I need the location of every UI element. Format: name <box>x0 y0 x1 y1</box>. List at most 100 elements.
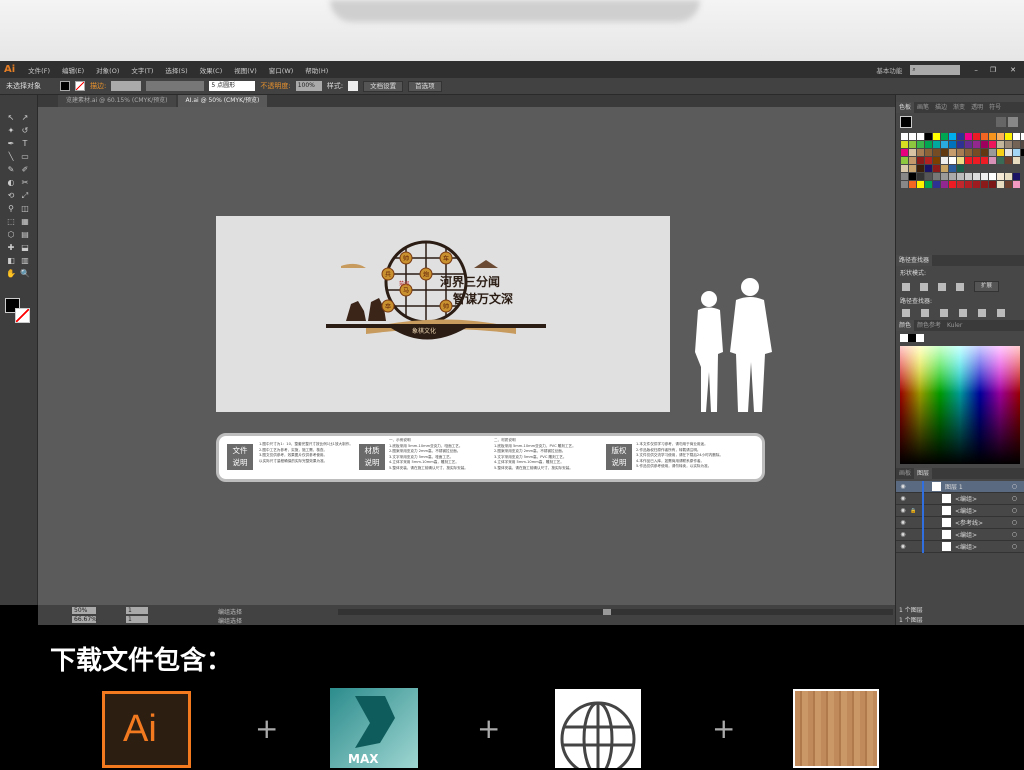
color-swatch[interactable] <box>981 157 988 164</box>
color-swatch[interactable] <box>901 141 908 148</box>
color-swatch[interactable] <box>957 173 964 180</box>
color-swatch[interactable] <box>941 165 948 172</box>
tool-icon[interactable]: ✂ <box>20 178 30 188</box>
menu-item[interactable]: 视图(V) <box>228 65 263 75</box>
variable-width-select[interactable] <box>146 81 205 91</box>
color-swatch[interactable] <box>989 133 996 140</box>
color-swatch[interactable] <box>957 165 964 172</box>
color-swatch[interactable] <box>965 141 972 148</box>
stroke-weight-input[interactable] <box>111 81 142 91</box>
color-swatch[interactable] <box>941 173 948 180</box>
color-swatch[interactable] <box>1005 157 1012 164</box>
color-swatch[interactable] <box>901 173 908 180</box>
layer-row[interactable]: ◉ 图层 1 ○ <box>896 480 1024 493</box>
tool-icon[interactable]: ▭ <box>20 152 30 162</box>
tab-swatch-panel[interactable]: 渐变 <box>950 102 968 113</box>
style-swatch[interactable] <box>348 81 359 91</box>
fill-swatch[interactable] <box>60 81 70 91</box>
color-swatch[interactable] <box>917 133 924 140</box>
pathfinder-icon[interactable] <box>940 309 948 317</box>
color-swatch[interactable] <box>925 157 932 164</box>
tab-document-1[interactable]: 览建素材.ai @ 60.15% (CMYK/预览) <box>58 95 176 107</box>
color-swatch[interactable] <box>909 133 916 140</box>
color-swatch[interactable] <box>933 165 940 172</box>
tab-swatch-panel[interactable]: 符号 <box>986 102 1004 113</box>
color-swatch[interactable] <box>989 157 996 164</box>
color-swatch[interactable] <box>957 181 964 188</box>
layer-row[interactable]: ◉ 🔒 <编组> ○ <box>896 504 1024 517</box>
target-icon[interactable]: ○ <box>1012 507 1017 514</box>
color-swatch[interactable] <box>933 157 940 164</box>
minimize-button[interactable]: – <box>968 66 984 74</box>
tool-icon[interactable]: ⟲ <box>6 191 16 201</box>
color-swatch[interactable] <box>973 133 980 140</box>
tool-icon[interactable]: ✒ <box>6 139 16 149</box>
color-swatch[interactable] <box>989 141 996 148</box>
eye-icon[interactable]: ◉ <box>896 543 910 550</box>
color-swatch[interactable] <box>1013 141 1020 148</box>
color-swatch[interactable] <box>949 157 956 164</box>
color-swatch[interactable] <box>957 133 964 140</box>
target-icon[interactable]: ○ <box>1012 543 1017 550</box>
tool-icon[interactable]: ✐ <box>20 165 30 175</box>
exclude-icon[interactable] <box>956 282 964 291</box>
tool-icon[interactable]: T <box>20 139 30 149</box>
tab-swatch-panel[interactable]: 色板 <box>896 102 915 113</box>
artboard-number-input[interactable]: 1 <box>126 607 148 614</box>
color-swatch[interactable] <box>965 133 972 140</box>
color-swatch[interactable] <box>981 149 988 156</box>
color-swatch[interactable] <box>1005 165 1012 172</box>
layer-row[interactable]: ◉ <编组> ○ <box>896 540 1024 553</box>
pathfinder-icon[interactable] <box>959 309 967 317</box>
color-swatch[interactable] <box>909 157 916 164</box>
color-swatch[interactable] <box>989 173 996 180</box>
tool-icon[interactable]: ✎ <box>6 165 16 175</box>
grid-view-button[interactable] <box>1008 117 1018 127</box>
close-button[interactable]: ✕ <box>1002 66 1024 74</box>
color-swatch[interactable] <box>989 165 996 172</box>
layer-row[interactable]: ◉ <参考线> ○ <box>896 516 1024 529</box>
color-swatch[interactable] <box>925 149 932 156</box>
restore-button[interactable]: ❐ <box>984 66 1002 74</box>
eye-icon[interactable]: ◉ <box>896 531 910 538</box>
zoom-input[interactable]: 50% <box>72 607 96 614</box>
color-swatch[interactable] <box>949 165 956 172</box>
color-swatch[interactable] <box>1005 181 1012 188</box>
tool-icon[interactable]: ⤢ <box>20 191 30 201</box>
color-swatch[interactable] <box>1013 133 1020 140</box>
artboard-number-input-2[interactable]: 1 <box>126 616 148 623</box>
color-swatch[interactable] <box>1013 165 1020 172</box>
document-setup-button[interactable]: 文档设置 <box>363 80 404 92</box>
menu-item[interactable]: 文件(F) <box>22 65 56 75</box>
color-swatch[interactable] <box>925 173 932 180</box>
menu-item[interactable]: 文字(T) <box>125 65 159 75</box>
color-swatch[interactable] <box>997 141 1004 148</box>
color-swatch[interactable] <box>941 149 948 156</box>
pathfinder-icon[interactable] <box>921 309 929 317</box>
color-swatch[interactable] <box>965 157 972 164</box>
color-swatch[interactable] <box>997 149 1004 156</box>
color-swatch[interactable] <box>997 173 1004 180</box>
tab-document-2[interactable]: AI.ai @ 50% (CMYK/预览) <box>177 95 268 107</box>
unite-icon[interactable] <box>902 282 910 291</box>
tab-color-panel[interactable]: 颜色参考 <box>914 320 944 331</box>
menu-item[interactable]: 选择(S) <box>159 65 193 75</box>
color-swatch[interactable] <box>909 141 916 148</box>
color-swatch[interactable] <box>981 181 988 188</box>
tool-icon[interactable]: ✦ <box>6 126 16 136</box>
color-swatch[interactable] <box>925 165 932 172</box>
tab-swatch-panel[interactable]: 画笔 <box>914 102 932 113</box>
color-swatch[interactable] <box>917 165 924 172</box>
color-swatch[interactable] <box>901 181 908 188</box>
color-swatch[interactable] <box>973 181 980 188</box>
tool-icon[interactable]: ◧ <box>6 256 16 266</box>
color-swatch[interactable] <box>933 181 940 188</box>
color-swatch[interactable] <box>1013 157 1020 164</box>
color-swatch[interactable] <box>957 141 964 148</box>
tool-icon[interactable]: ◫ <box>20 204 30 214</box>
color-swatch[interactable] <box>909 181 916 188</box>
color-swatch[interactable] <box>981 173 988 180</box>
color-swatch[interactable] <box>981 133 988 140</box>
color-swatch[interactable] <box>949 173 956 180</box>
list-view-button[interactable] <box>996 117 1006 127</box>
